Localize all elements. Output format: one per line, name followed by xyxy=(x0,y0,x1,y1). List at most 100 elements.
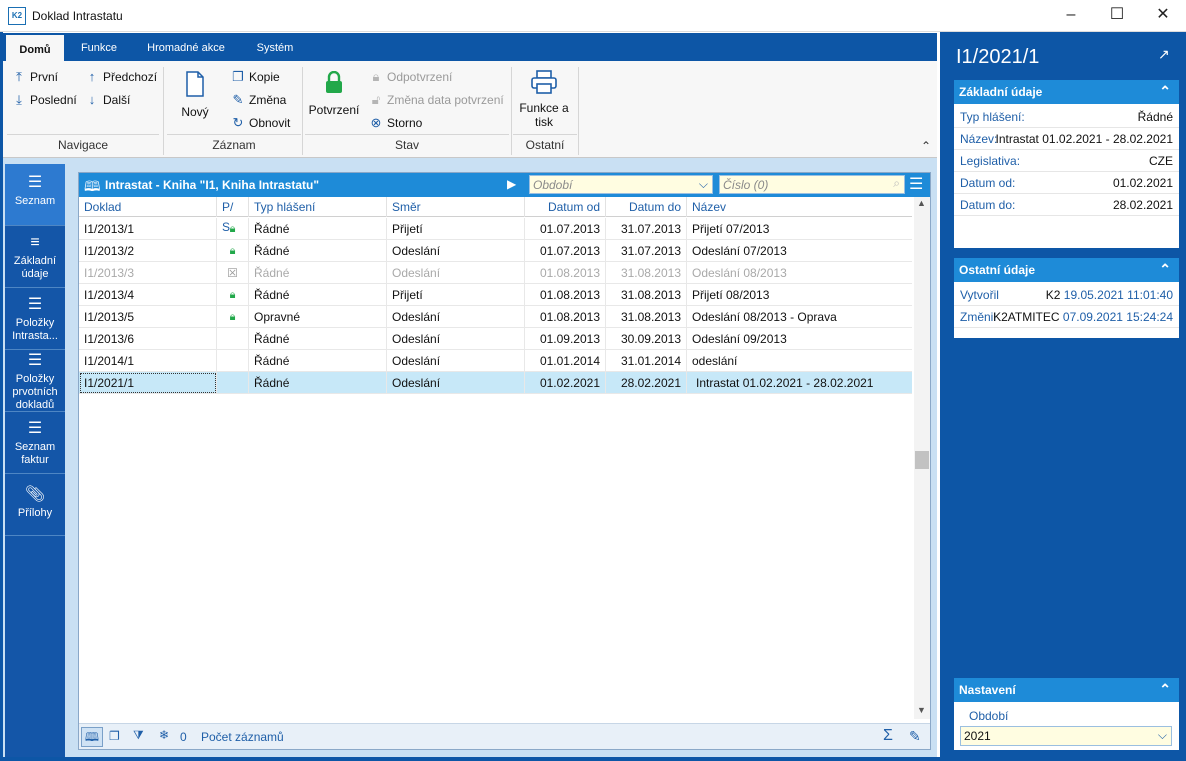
field-changed: Změnil K2ATMITEC 07.09.2021 15:24:24 xyxy=(954,306,1179,328)
archive-icon[interactable]: ❐ xyxy=(109,729,120,743)
vertical-scrollbar[interactable]: ▲ ▼ xyxy=(914,197,930,719)
cell-doklad: I1/2021/1 xyxy=(79,372,217,394)
sum-icon[interactable]: Σ xyxy=(883,727,893,745)
collapse-icon[interactable]: ⌃ xyxy=(1159,681,1171,698)
snowflake-icon[interactable]: ❄ xyxy=(159,728,169,742)
cell-smer: Odeslání xyxy=(387,372,525,394)
dropdown-icon[interactable]: ⌵ xyxy=(699,177,708,192)
new-button[interactable]: Nový xyxy=(175,69,215,129)
cell-doklad: I1/2013/3 xyxy=(79,262,217,284)
group-divider xyxy=(513,134,577,135)
scrollbar-thumb[interactable] xyxy=(915,451,929,469)
record-count-label[interactable]: Počet záznamů xyxy=(201,730,284,744)
tab-system[interactable]: Systém xyxy=(247,33,303,61)
arrow-up-bar-icon: ⤒ xyxy=(16,69,22,84)
filter-icon[interactable]: ⧩ xyxy=(133,728,144,743)
copy-button[interactable]: ❐ Kopie xyxy=(231,69,280,85)
col-header-datum-do[interactable]: Datum do xyxy=(606,197,687,217)
table-row[interactable]: I1/2013/2 🔒︎ Řádné Odeslání 01.07.2013 3… xyxy=(79,240,912,262)
search-icon[interactable]: ⌕ xyxy=(893,176,900,191)
col-header-typ[interactable]: Typ hlášení xyxy=(249,197,387,217)
col-header-datum-od[interactable]: Datum od xyxy=(525,197,606,217)
nav-item-polozky-prvotnich-dokladu[interactable]: ☰ Položky prvotních dokladů xyxy=(5,350,65,412)
refresh-button[interactable]: ↻ Obnovit xyxy=(231,115,291,131)
number-filter-input[interactable]: Číslo (0) ⌕ xyxy=(719,175,905,194)
nav-item-polozky-intrastatu[interactable]: ☰ Položky Intrasta... xyxy=(5,288,65,350)
book-view-icon[interactable]: 🕮︎ xyxy=(81,727,103,747)
change-button[interactable]: ✎ Změna xyxy=(231,92,287,108)
functions-print-button[interactable]: Funkce a tisk xyxy=(515,67,573,133)
col-header-smer[interactable]: Směr xyxy=(387,197,525,217)
change-confirm-date-button[interactable]: 🔓︎ Změna data potvrzení xyxy=(369,92,504,108)
table-row[interactable]: I1/2013/4 🔒︎ Řádné Přijetí 01.08.2013 31… xyxy=(79,284,912,306)
group-separator xyxy=(302,67,303,155)
first-button[interactable]: ⤒ První xyxy=(12,69,58,85)
ribbon: ⤒ První ⤓ Poslední ↑ Předchozí ↓ Další Navig… xyxy=(3,61,937,158)
table-row[interactable]: I1/2013/1 🔒︎ Řádné Přijetí 01.07.2013 31… xyxy=(79,218,912,240)
panel-header: Nastavení ⌃ xyxy=(954,678,1179,702)
nav-item-seznam-faktur[interactable]: ☰ Seznam faktur xyxy=(5,412,65,474)
nav-item-seznam[interactable]: ☰ Seznam xyxy=(5,164,65,226)
menu-icon[interactable]: ☰ xyxy=(909,174,923,194)
last-button[interactable]: ⤓ Poslední xyxy=(12,92,77,108)
arrow-down-icon: ↓ xyxy=(88,92,96,107)
tab-domu[interactable]: Domů xyxy=(6,33,64,61)
table-row[interactable]: I1/2013/5 🔒︎ Opravné Odeslání 01.08.2013… xyxy=(79,306,912,328)
col-header-doklad[interactable]: Doklad xyxy=(79,197,217,217)
table-row-cancelled[interactable]: I1/2013/3 ☒ Řádné Odeslání 01.08.2013 31… xyxy=(79,262,912,284)
panel-header: Základní údaje ⌃ xyxy=(954,80,1179,104)
cell-smer: Odeslání xyxy=(387,240,525,262)
tab-hromadne-akce[interactable]: Hromadné akce xyxy=(137,33,235,61)
field-datum-do: Datum do: 28.02.2021 xyxy=(954,194,1179,216)
nav-item-prilohy[interactable]: 📎︎ Přílohy xyxy=(5,474,65,536)
play-arrow-icon[interactable]: ▶ xyxy=(507,177,516,191)
window-title: Doklad Intrastatu xyxy=(32,9,123,23)
cancel-circle-icon: ⊗ xyxy=(370,115,382,130)
minimize-button[interactable]: – xyxy=(1048,0,1094,32)
previous-button[interactable]: ↑ Předchozí xyxy=(85,69,157,84)
storno-button[interactable]: ⊗ Storno xyxy=(369,115,423,131)
cell-doklad: I1/2013/1 xyxy=(79,218,217,240)
col-header-nazev[interactable]: Název xyxy=(687,197,912,217)
edit-icon[interactable]: ✎ xyxy=(909,728,921,745)
col-header-ps[interactable]: P/ S xyxy=(217,197,249,234)
collapse-icon[interactable]: ⌃ xyxy=(1159,261,1171,278)
scroll-up-icon[interactable]: ▲ xyxy=(917,198,926,208)
new-document-icon xyxy=(186,71,204,97)
left-navigation: ☰ Seznam ≡ Základní údaje ☰ Položky Intrasta.… xyxy=(5,164,65,757)
close-button[interactable]: ✕ xyxy=(1140,0,1186,32)
cell-nazev: Odeslání 07/2013 xyxy=(692,244,787,258)
group-separator xyxy=(578,67,579,155)
lock-icon: 🔒︎ xyxy=(217,284,249,306)
group-label-stav: Stav xyxy=(394,138,419,152)
table-row[interactable]: I1/2014/1 Řádné Odeslání 01.01.2014 31.0… xyxy=(79,350,912,372)
collapse-ribbon-icon[interactable]: ⌃ xyxy=(921,139,931,153)
cell-datum-od: 01.09.2013 xyxy=(525,328,606,350)
cell-datum-do: 30.09.2013 xyxy=(606,328,687,350)
collapse-icon[interactable]: ⌃ xyxy=(1159,83,1171,100)
tab-funkce[interactable]: Funkce xyxy=(71,33,127,61)
scroll-down-icon[interactable]: ▼ xyxy=(917,705,926,715)
pencil-icon: ✎ xyxy=(232,92,244,107)
cell-datum-od: 01.07.2013 xyxy=(525,218,606,240)
nav-item-zakladni-udaje[interactable]: ≡ Základní údaje xyxy=(5,226,65,288)
group-label-navigace: Navigace xyxy=(57,138,109,152)
dropdown-icon[interactable]: ⌵ xyxy=(1158,728,1167,743)
unconfirm-button[interactable]: 🔒︎ Odpotvrzení xyxy=(369,69,453,85)
confirm-button[interactable]: Potvrzení xyxy=(307,69,361,129)
period-select[interactable]: 2021 ⌵ xyxy=(960,726,1172,746)
group-divider xyxy=(7,134,159,135)
cell-smer: Přijetí xyxy=(387,218,525,240)
maximize-button[interactable]: ☐ xyxy=(1094,0,1140,32)
window-frame-bottom xyxy=(0,757,1186,761)
cell-nazev: Přijetí 08/2013 xyxy=(692,288,770,302)
app-logo-icon: K2 xyxy=(8,7,26,25)
table-row[interactable]: I1/2013/6 Řádné Odeslání 01.09.2013 30.0… xyxy=(79,328,912,350)
table-row-selected[interactable]: I1/2021/1 Řádné Odeslání 01.02.2021 28.0… xyxy=(79,372,912,394)
next-button[interactable]: ↓ Další xyxy=(85,92,131,107)
field-created: Vytvořil K2 19.05.2021 11:01:40 xyxy=(954,284,1179,306)
period-filter-input[interactable]: Období ⌵ xyxy=(529,175,713,194)
popout-icon[interactable]: ↗ xyxy=(1158,46,1170,63)
cell-doklad: I1/2014/1 xyxy=(79,350,217,372)
lock-icon: 🔒︎ xyxy=(217,240,249,262)
